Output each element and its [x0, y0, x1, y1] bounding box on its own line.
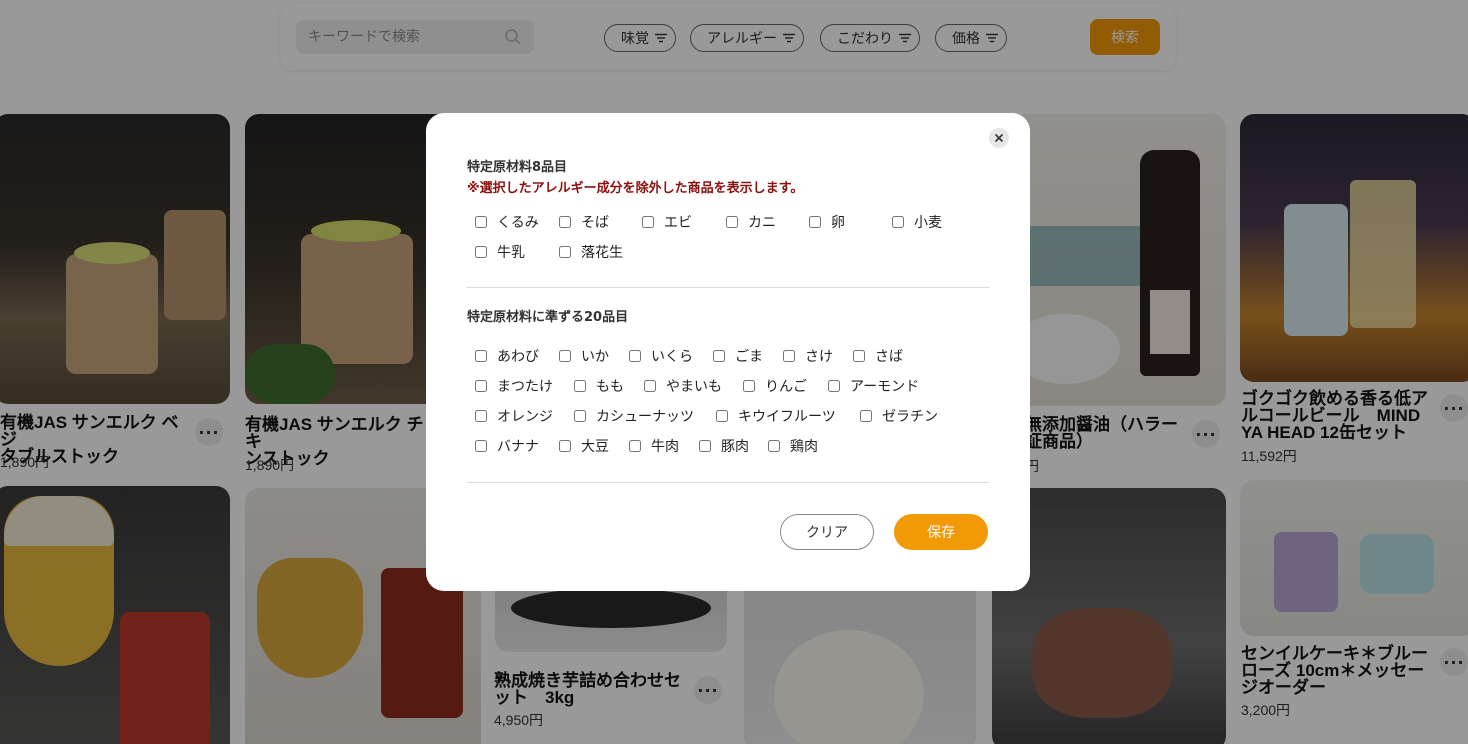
allergen-option[interactable]: キウイフルーツ: [716, 406, 836, 426]
allergen-checkbox[interactable]: [475, 350, 487, 362]
allergen-option[interactable]: さば: [853, 346, 903, 366]
allergen-option[interactable]: 牛肉: [629, 436, 679, 456]
allergen-option[interactable]: くるみ: [475, 212, 539, 232]
allergen-checkbox[interactable]: [642, 216, 654, 228]
allergen-label: ゼラチン: [882, 409, 938, 425]
allergen-option[interactable]: 鶏肉: [768, 436, 818, 456]
allergen-label: 大豆: [581, 439, 609, 455]
divider: [467, 482, 989, 483]
allergen-label: エビ: [664, 215, 692, 231]
allergen-option[interactable]: りんご: [743, 376, 807, 396]
allergen-label: 牛肉: [651, 439, 679, 455]
allergen-option[interactable]: まつたけ: [475, 376, 553, 396]
allergen-checkbox[interactable]: [716, 410, 728, 422]
allergen-option[interactable]: カニ: [726, 212, 776, 232]
section-title-specific-8: 特定原材料8品目: [467, 160, 568, 175]
allergen-label: あわび: [497, 349, 539, 365]
allergen-option[interactable]: 卵: [809, 212, 845, 232]
section-title-equivalent-20: 特定原材料に準ずる20品目: [467, 310, 629, 325]
allergen-label: いくら: [651, 349, 693, 365]
allergen-checkbox[interactable]: [629, 350, 641, 362]
allergen-checkbox[interactable]: [475, 410, 487, 422]
allergen-option[interactable]: いくら: [629, 346, 693, 366]
allergen-option[interactable]: 豚肉: [699, 436, 749, 456]
allergen-option[interactable]: いか: [559, 346, 609, 366]
section-note: ※選択したアレルギー成分を除外した商品を表示します。: [467, 181, 804, 196]
save-button[interactable]: 保存: [894, 514, 988, 550]
allergen-option[interactable]: もも: [574, 376, 624, 396]
allergen-option[interactable]: 小麦: [892, 212, 942, 232]
allergen-checkbox[interactable]: [726, 216, 738, 228]
allergen-checkbox[interactable]: [574, 380, 586, 392]
allergen-label: やまいも: [666, 379, 722, 395]
allergen-label: バナナ: [497, 439, 539, 455]
allergen-checkbox[interactable]: [809, 216, 821, 228]
allergen-checkbox[interactable]: [475, 440, 487, 452]
allergy-filter-modal: 特定原材料8品目 ※選択したアレルギー成分を除外した商品を表示します。 くるみ …: [426, 113, 1030, 591]
allergen-checkbox[interactable]: [713, 350, 725, 362]
allergen-label: アーモンド: [850, 379, 920, 395]
allergen-label: 牛乳: [497, 245, 525, 261]
allergen-option[interactable]: ゼラチン: [860, 406, 938, 426]
close-icon[interactable]: [994, 133, 1004, 143]
close-button[interactable]: [989, 128, 1009, 148]
allergen-label: 卵: [831, 215, 845, 231]
allergen-label: さけ: [805, 349, 833, 365]
allergen-option[interactable]: カシューナッツ: [574, 406, 694, 426]
allergen-checkbox[interactable]: [853, 350, 865, 362]
allergen-option[interactable]: エビ: [642, 212, 692, 232]
clear-button[interactable]: クリア: [780, 514, 874, 550]
allergen-option[interactable]: やまいも: [644, 376, 722, 396]
allergen-checkbox[interactable]: [574, 410, 586, 422]
allergen-checkbox[interactable]: [629, 440, 641, 452]
allergen-checkbox[interactable]: [559, 216, 571, 228]
allergen-label: オレンジ: [497, 409, 553, 425]
allergen-option[interactable]: さけ: [783, 346, 833, 366]
allergen-checkbox[interactable]: [783, 350, 795, 362]
allergen-checkbox[interactable]: [559, 246, 571, 258]
allergen-option[interactable]: アーモンド: [828, 376, 919, 396]
allergen-checkbox[interactable]: [475, 216, 487, 228]
allergen-label: そば: [581, 215, 609, 231]
allergen-label: いか: [581, 349, 609, 365]
allergen-checkbox[interactable]: [475, 246, 487, 258]
allergen-checkbox[interactable]: [860, 410, 872, 422]
allergen-label: ごま: [735, 349, 763, 365]
allergen-label: くるみ: [497, 215, 539, 231]
allergen-checkbox[interactable]: [699, 440, 711, 452]
allergen-label: 鶏肉: [790, 439, 818, 455]
allergen-checkbox[interactable]: [644, 380, 656, 392]
allergen-option[interactable]: ごま: [713, 346, 763, 366]
allergen-checkbox[interactable]: [743, 380, 755, 392]
allergen-label: もも: [596, 379, 624, 395]
allergen-label: 豚肉: [721, 439, 749, 455]
allergen-option[interactable]: あわび: [475, 346, 539, 366]
allergen-option[interactable]: そば: [559, 212, 609, 232]
allergen-label: まつたけ: [497, 379, 553, 395]
allergen-checkbox[interactable]: [559, 440, 571, 452]
allergen-option[interactable]: オレンジ: [475, 406, 553, 426]
allergen-label: カシューナッツ: [596, 409, 694, 425]
allergen-checkbox[interactable]: [828, 380, 840, 392]
allergen-option[interactable]: 牛乳: [475, 242, 525, 262]
allergen-label: 落花生: [581, 245, 623, 261]
allergen-checkbox[interactable]: [892, 216, 904, 228]
allergen-checkbox[interactable]: [768, 440, 780, 452]
allergen-option[interactable]: 大豆: [559, 436, 609, 456]
allergen-option[interactable]: 落花生: [559, 242, 623, 262]
allergen-option[interactable]: バナナ: [475, 436, 539, 456]
allergen-label: カニ: [748, 215, 776, 231]
allergen-label: さば: [875, 349, 903, 365]
allergen-label: 小麦: [914, 215, 942, 231]
allergen-checkbox[interactable]: [559, 350, 571, 362]
allergen-checkbox[interactable]: [475, 380, 487, 392]
allergen-label: キウイフルーツ: [738, 409, 836, 425]
divider: [467, 287, 989, 288]
allergen-label: りんご: [765, 379, 807, 395]
